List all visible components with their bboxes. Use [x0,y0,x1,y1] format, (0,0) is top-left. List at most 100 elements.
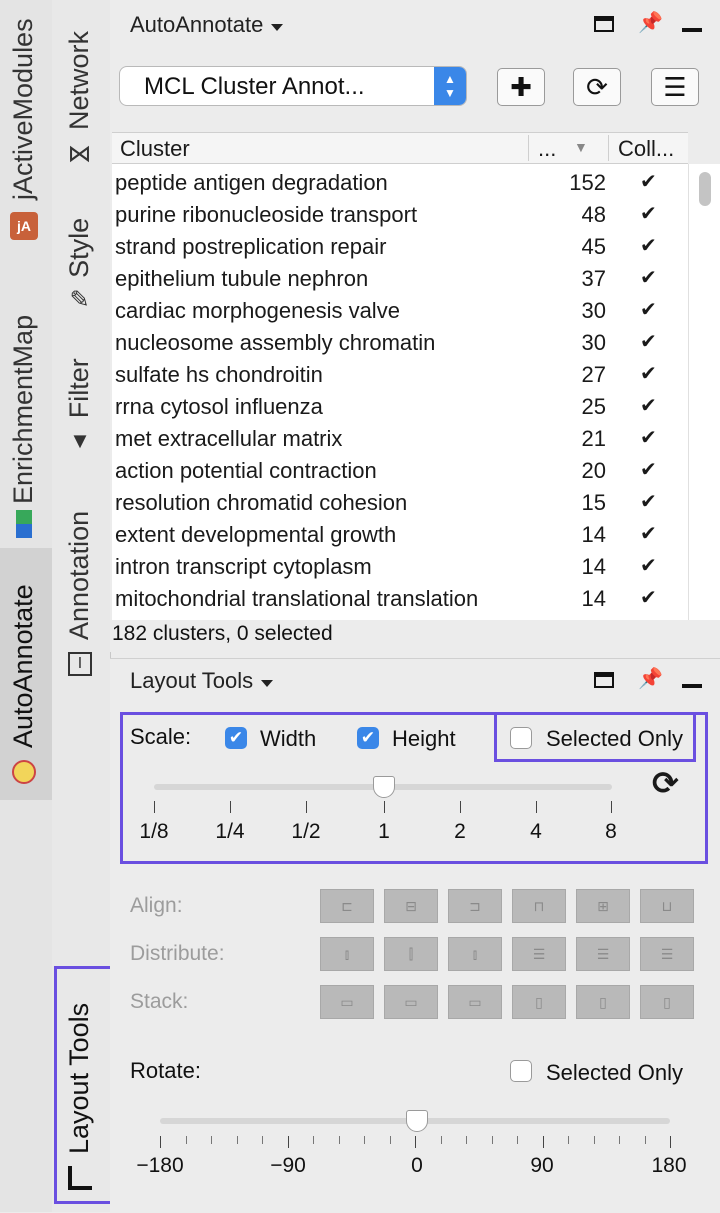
stack-right-button[interactable]: ▭ [448,985,502,1019]
distribute-bottom-button[interactable]: ☰ [640,937,694,971]
scale-slider-thumb[interactable] [373,776,395,798]
sidebar-item-autoannotate-label[interactable]: AutoAnnotate [8,584,39,784]
sidebar-item-jactivemodules[interactable]: jA jActiveModules [8,18,39,240]
align-label: Align: [130,894,183,917]
distribute-left-icon: ⫾ [344,945,350,962]
cluster-name: sulfate hs chondroitin [115,362,323,387]
cluster-count: 15 [581,490,606,515]
autoannotate-icon [11,760,36,784]
check-icon: ✔ [640,459,657,481]
pin-icon[interactable]: 📌 [638,666,663,691]
stack-left-icon: ▭ [340,993,354,1010]
scale-selected-only-checkbox[interactable] [510,727,532,749]
rotate-tick-mark [619,1136,620,1144]
table-scrollbar[interactable] [688,164,720,620]
add-annotation-set-button[interactable]: ✚ [497,68,545,106]
table-row[interactable]: intron transcript cytoplasm 14 ✔ [112,550,688,582]
cluster-count: 14 [581,522,606,547]
menu-button[interactable]: ☰ [651,68,699,106]
panel-title-menu[interactable]: AutoAnnotate [130,12,284,38]
scale-selected-only-label: Selected Only [546,726,683,751]
plus-icon: ✚ [510,71,532,102]
brush-icon: ✎ [69,286,90,314]
align-center-button[interactable]: ⊟ [384,889,438,923]
table-row[interactable]: strand postreplication repair 45 ✔ [112,230,688,262]
rotate-selected-only-checkbox[interactable] [510,1060,532,1082]
table-row[interactable]: resolution chromatid cohesion 15 ✔ [112,486,688,518]
align-right-button[interactable]: ⊐ [448,889,502,923]
column-header-count[interactable]: ... [538,136,556,162]
rotate-tick-mark [568,1136,569,1144]
stack-right-icon: ▭ [468,993,482,1010]
table-row[interactable]: purine ribonucleoside transport 48 ✔ [112,198,688,230]
rotate-tick-mark [287,1136,289,1148]
sidebar-item-network[interactable]: ⋈ Network [64,31,95,168]
align-bottom-button[interactable]: ⊔ [640,889,694,923]
cluster-count: 37 [581,266,606,291]
scrollbar-thumb[interactable] [699,172,711,206]
width-checkbox[interactable]: ✔ [225,727,247,749]
align-left-button[interactable]: ⊏ [320,889,374,923]
table-row[interactable]: extent developmental growth 14 ✔ [112,518,688,550]
annotation-set-select[interactable]: MCL Cluster Annot... ▲ ▼ [119,66,467,106]
table-row[interactable]: nucleosome assembly chromatin 30 ✔ [112,326,688,358]
cluster-count: 14 [581,586,606,611]
layout-tools-title-menu[interactable]: Layout Tools [130,668,274,694]
check-icon: ✔ [640,267,657,289]
cluster-name: rrna cytosol influenza [115,394,323,419]
distribute-top-button[interactable]: ☰ [512,937,566,971]
pin-icon[interactable]: 📌 [638,10,663,35]
table-row[interactable]: cardiac morphogenesis valve 30 ✔ [112,294,688,326]
distribute-center-button[interactable]: ⫿ [384,937,438,971]
distribute-top-icon: ☰ [532,945,546,962]
sidebar-item-label: Annotation [64,510,94,640]
cluster-count: 152 [569,170,606,195]
refresh-button[interactable]: ⟳ [573,68,621,106]
cluster-count: 21 [581,426,606,451]
sidebar-item-layout-tools-label[interactable]: Layout Tools [64,1003,95,1190]
table-row[interactable]: epithelium tubule nephron 37 ✔ [112,262,688,294]
align-bottom-icon: ⊔ [661,897,673,914]
rotate-tick-label: 180 [651,1154,687,1177]
minimize-icon[interactable] [682,684,702,688]
distribute-right-icon: ⫾ [472,945,478,962]
scale-tick-label: 1/8 [139,820,169,843]
align-middle-button[interactable]: ⊞ [576,889,630,923]
table-row[interactable]: peptide antigen degradation 152 ✔ [112,166,688,198]
height-checkbox[interactable]: ✔ [357,727,379,749]
rotate-tick-mark [542,1136,544,1148]
jactivemodules-icon: jA [9,212,38,240]
distribute-right-button[interactable]: ⫾ [448,937,502,971]
float-window-icon[interactable] [594,16,614,32]
distribute-center-icon: ⫿ [408,945,414,962]
table-row[interactable]: met extracellular matrix 21 ✔ [112,422,688,454]
sidebar-item-annotation[interactable]: I Annotation [64,511,95,676]
distribute-left-button[interactable]: ⫾ [320,937,374,971]
stack-middle-button[interactable]: ▯ [576,985,630,1019]
stack-center-button[interactable]: ▭ [384,985,438,1019]
column-header-cluster[interactable]: Cluster [120,136,190,162]
rotate-slider-thumb[interactable] [406,1110,428,1132]
table-row[interactable]: mitochondrial translational translation 1… [112,582,688,614]
reset-scale-icon[interactable]: ⟳ [652,764,679,802]
table-row[interactable]: rrna cytosol influenza 25 ✔ [112,390,688,422]
table-row[interactable]: action potential contraction 20 ✔ [112,454,688,486]
rotate-tick-mark [440,1136,442,1144]
minimize-icon[interactable] [682,28,702,32]
distribute-middle-button[interactable]: ☰ [576,937,630,971]
stack-left-button[interactable]: ▭ [320,985,374,1019]
chevron-down-icon [271,24,284,32]
column-header-collapsed[interactable]: Coll... [618,136,674,162]
rotate-tick-label: 0 [411,1154,423,1177]
sidebar-item-enrichmentmap[interactable]: EnrichmentMap [8,315,39,538]
align-top-button[interactable]: ⊓ [512,889,566,923]
sidebar-item-style[interactable]: ✎ Style [64,218,95,314]
float-window-icon[interactable] [594,672,614,688]
table-row[interactable]: sulfate hs chondroitin 27 ✔ [112,358,688,390]
sidebar-item-filter[interactable]: ▼ Filter [64,358,95,453]
cluster-count: 25 [581,394,606,419]
stack-top-button[interactable]: ▯ [512,985,566,1019]
check-icon: ✔ [640,523,657,545]
rotate-tick-mark [160,1136,161,1148]
stack-bottom-button[interactable]: ▯ [640,985,694,1019]
